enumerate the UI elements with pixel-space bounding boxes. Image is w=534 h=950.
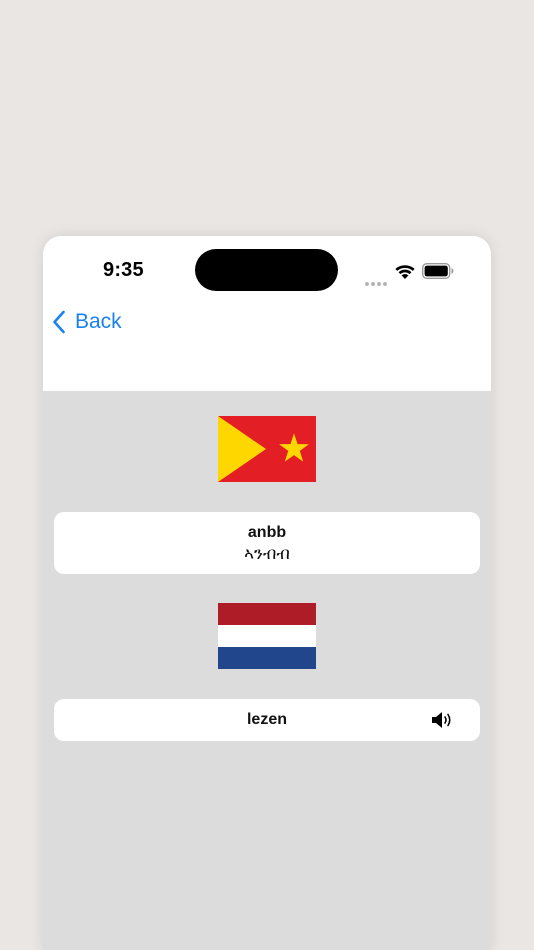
source-native-word: ኣንብብ	[244, 544, 290, 564]
cellular-dots-icon	[365, 273, 389, 291]
source-word: anbb	[247, 524, 287, 541]
phone-screen: 9:35 Back anbb ኣንብብ lezen	[43, 236, 491, 950]
header: 9:35 Back	[43, 236, 491, 391]
speaker-icon[interactable]	[431, 710, 455, 730]
status-icons	[363, 260, 463, 286]
source-word-card[interactable]: anbb ኣንብብ	[54, 512, 480, 574]
dynamic-island	[195, 249, 338, 291]
back-button[interactable]: Back	[52, 308, 122, 336]
wifi-icon	[395, 265, 415, 279]
status-time: 9:35	[103, 259, 144, 281]
target-word-card[interactable]: lezen	[54, 699, 480, 741]
back-label: Back	[75, 310, 122, 333]
chevron-left-icon	[53, 310, 65, 334]
target-word: lezen	[246, 711, 287, 728]
netherlands-flag-icon	[218, 603, 316, 669]
tigray-flag-icon	[218, 416, 316, 482]
battery-icon	[422, 263, 454, 279]
